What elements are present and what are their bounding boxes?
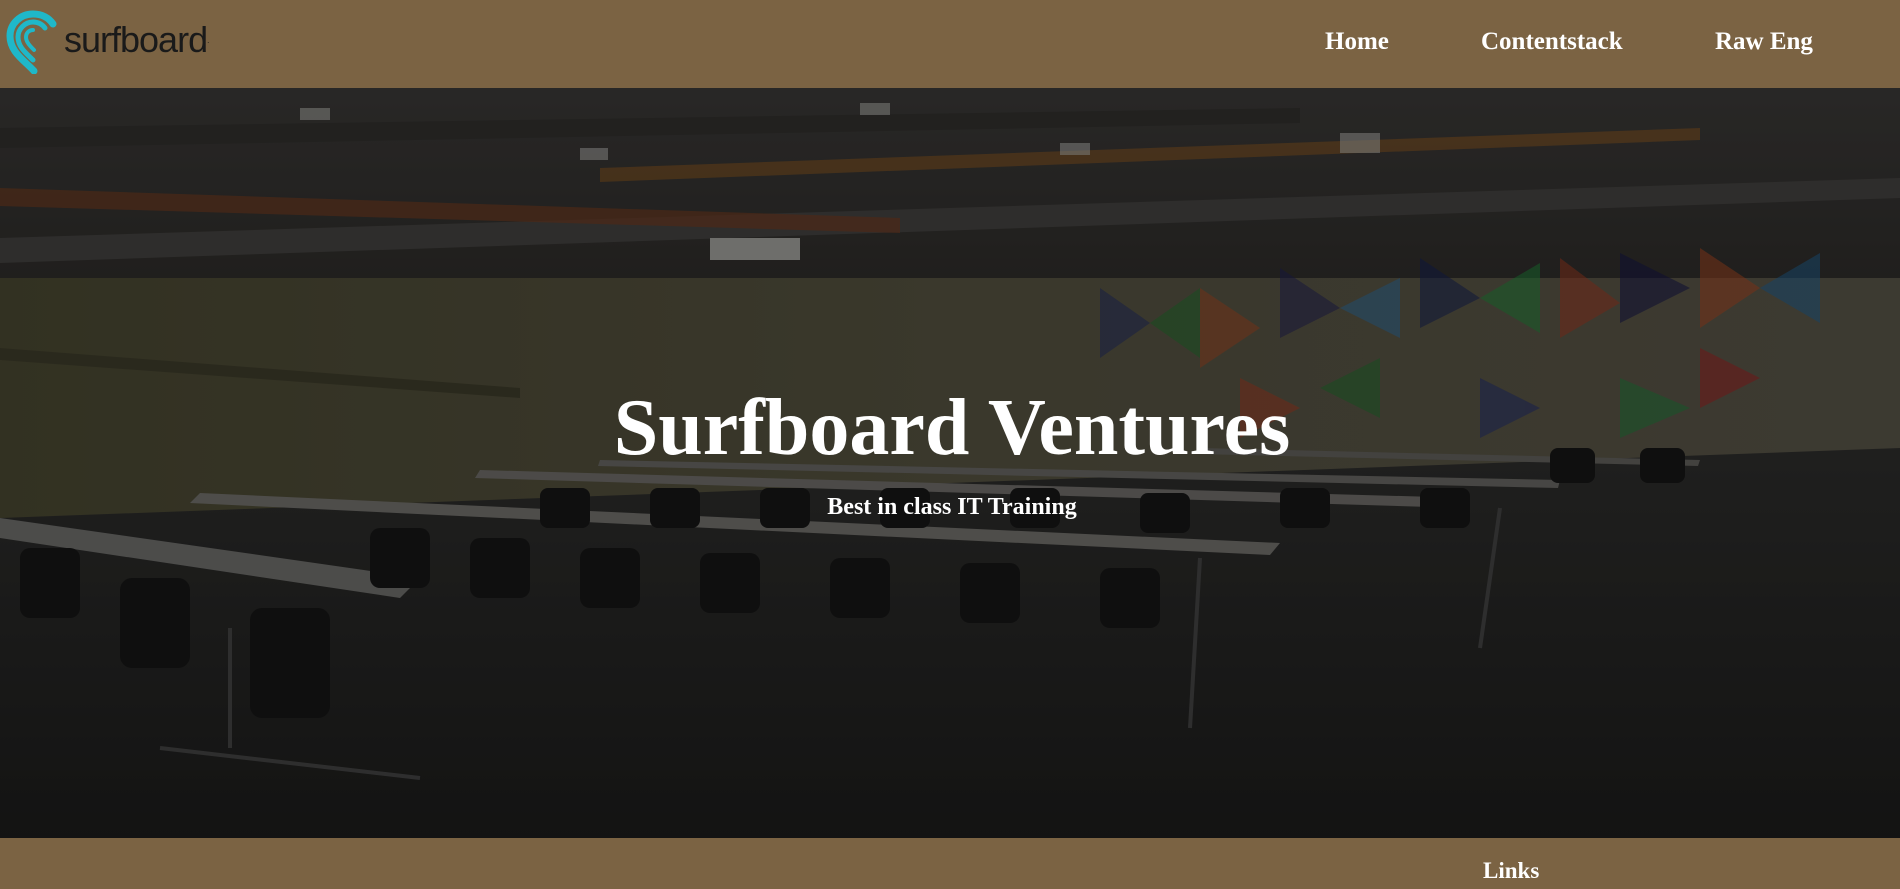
nav-home[interactable]: Home	[1325, 28, 1389, 56]
site-footer: Links	[0, 838, 1900, 889]
main-nav: Home Contentstack Raw Eng	[1000, 0, 1900, 88]
logo-text: surfboard.	[64, 19, 210, 60]
nav-contentstack[interactable]: Contentstack	[1481, 28, 1623, 56]
footer-links-heading: Links	[1483, 858, 1540, 883]
hero-title: Surfboard Ventures	[613, 384, 1291, 472]
hero-banner: Surfboard Ventures Best in class IT Trai…	[0, 88, 1900, 838]
nav-raw-eng[interactable]: Raw Eng	[1715, 28, 1813, 56]
site-header: surfboard. Home Contentstack Raw Eng	[0, 0, 1900, 88]
surfboard-wave-pin-icon	[4, 10, 66, 74]
logo[interactable]: surfboard.	[4, 10, 210, 74]
hero-subtitle: Best in class IT Training	[827, 494, 1077, 520]
